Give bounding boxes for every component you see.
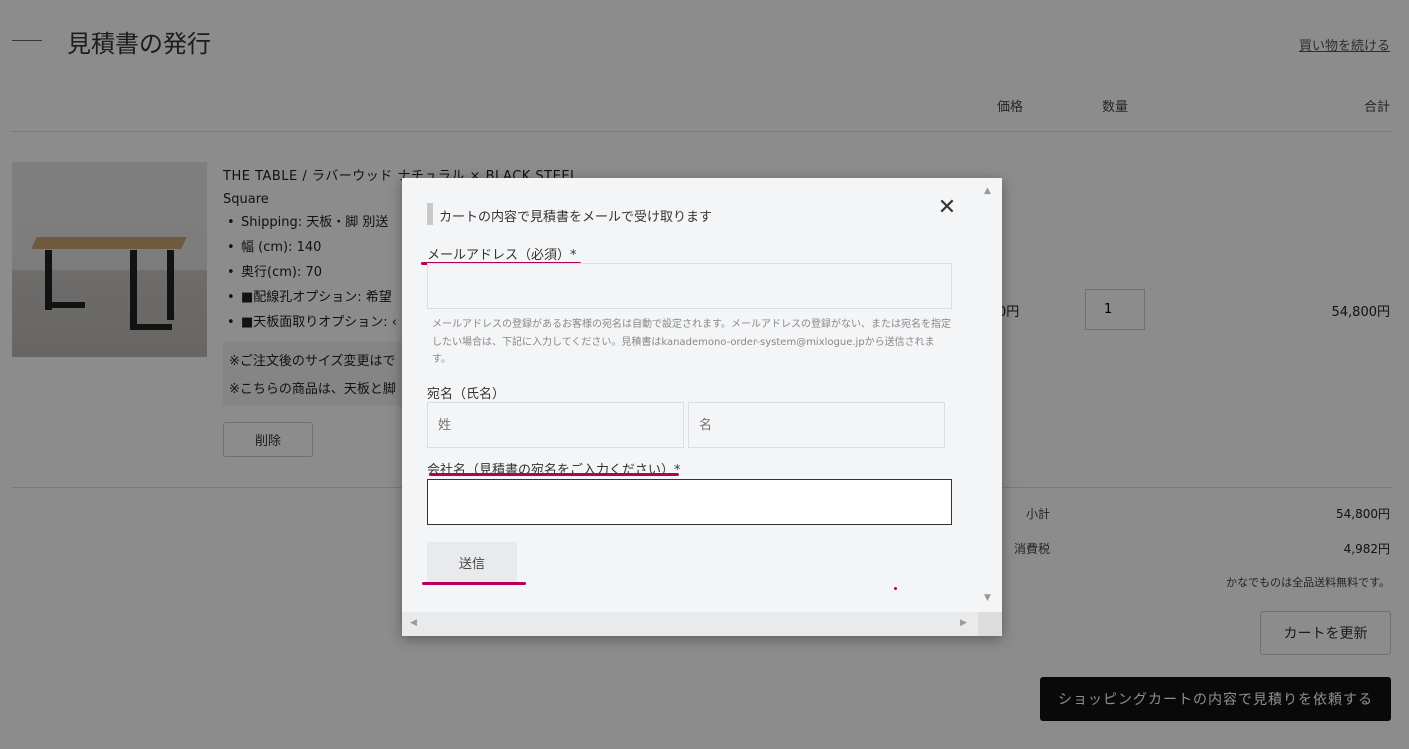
vertical-scrollbar[interactable]: ▲ ▼ — [978, 178, 1002, 610]
company-field[interactable] — [427, 479, 952, 525]
email-field[interactable] — [427, 263, 952, 309]
first-name-field[interactable] — [688, 402, 945, 448]
modal-heading: カートの内容で見積書をメールで受け取ります — [439, 210, 713, 225]
horizontal-scrollbar[interactable]: ◀ ▶ — [402, 612, 978, 636]
heading-accent-bar — [427, 203, 433, 225]
annotation-underline — [422, 582, 526, 585]
scroll-down-icon[interactable]: ▼ — [984, 593, 991, 603]
close-icon[interactable]: ✕ — [937, 197, 957, 219]
annotation-underline — [429, 473, 679, 476]
last-name-field[interactable] — [427, 402, 684, 448]
scroll-right-icon[interactable]: ▶ — [960, 618, 967, 628]
scroll-left-icon[interactable]: ◀ — [410, 618, 417, 628]
email-label: メールアドレス（必須）* — [427, 248, 577, 263]
scroll-up-icon[interactable]: ▲ — [984, 186, 991, 196]
annotation-dot — [894, 587, 897, 590]
quote-modal: カートの内容で見積書をメールで受け取ります ✕ メールアドレス（必須）* メール… — [402, 178, 1002, 636]
scrollbar-corner — [978, 612, 1002, 636]
send-button[interactable]: 送信 — [427, 542, 517, 582]
recipient-label: 宛名（氏名） — [427, 387, 506, 402]
email-help-text: メールアドレスの登録があるお客様の宛名は自動で設定されます。メールアドレスの登録… — [432, 319, 951, 365]
